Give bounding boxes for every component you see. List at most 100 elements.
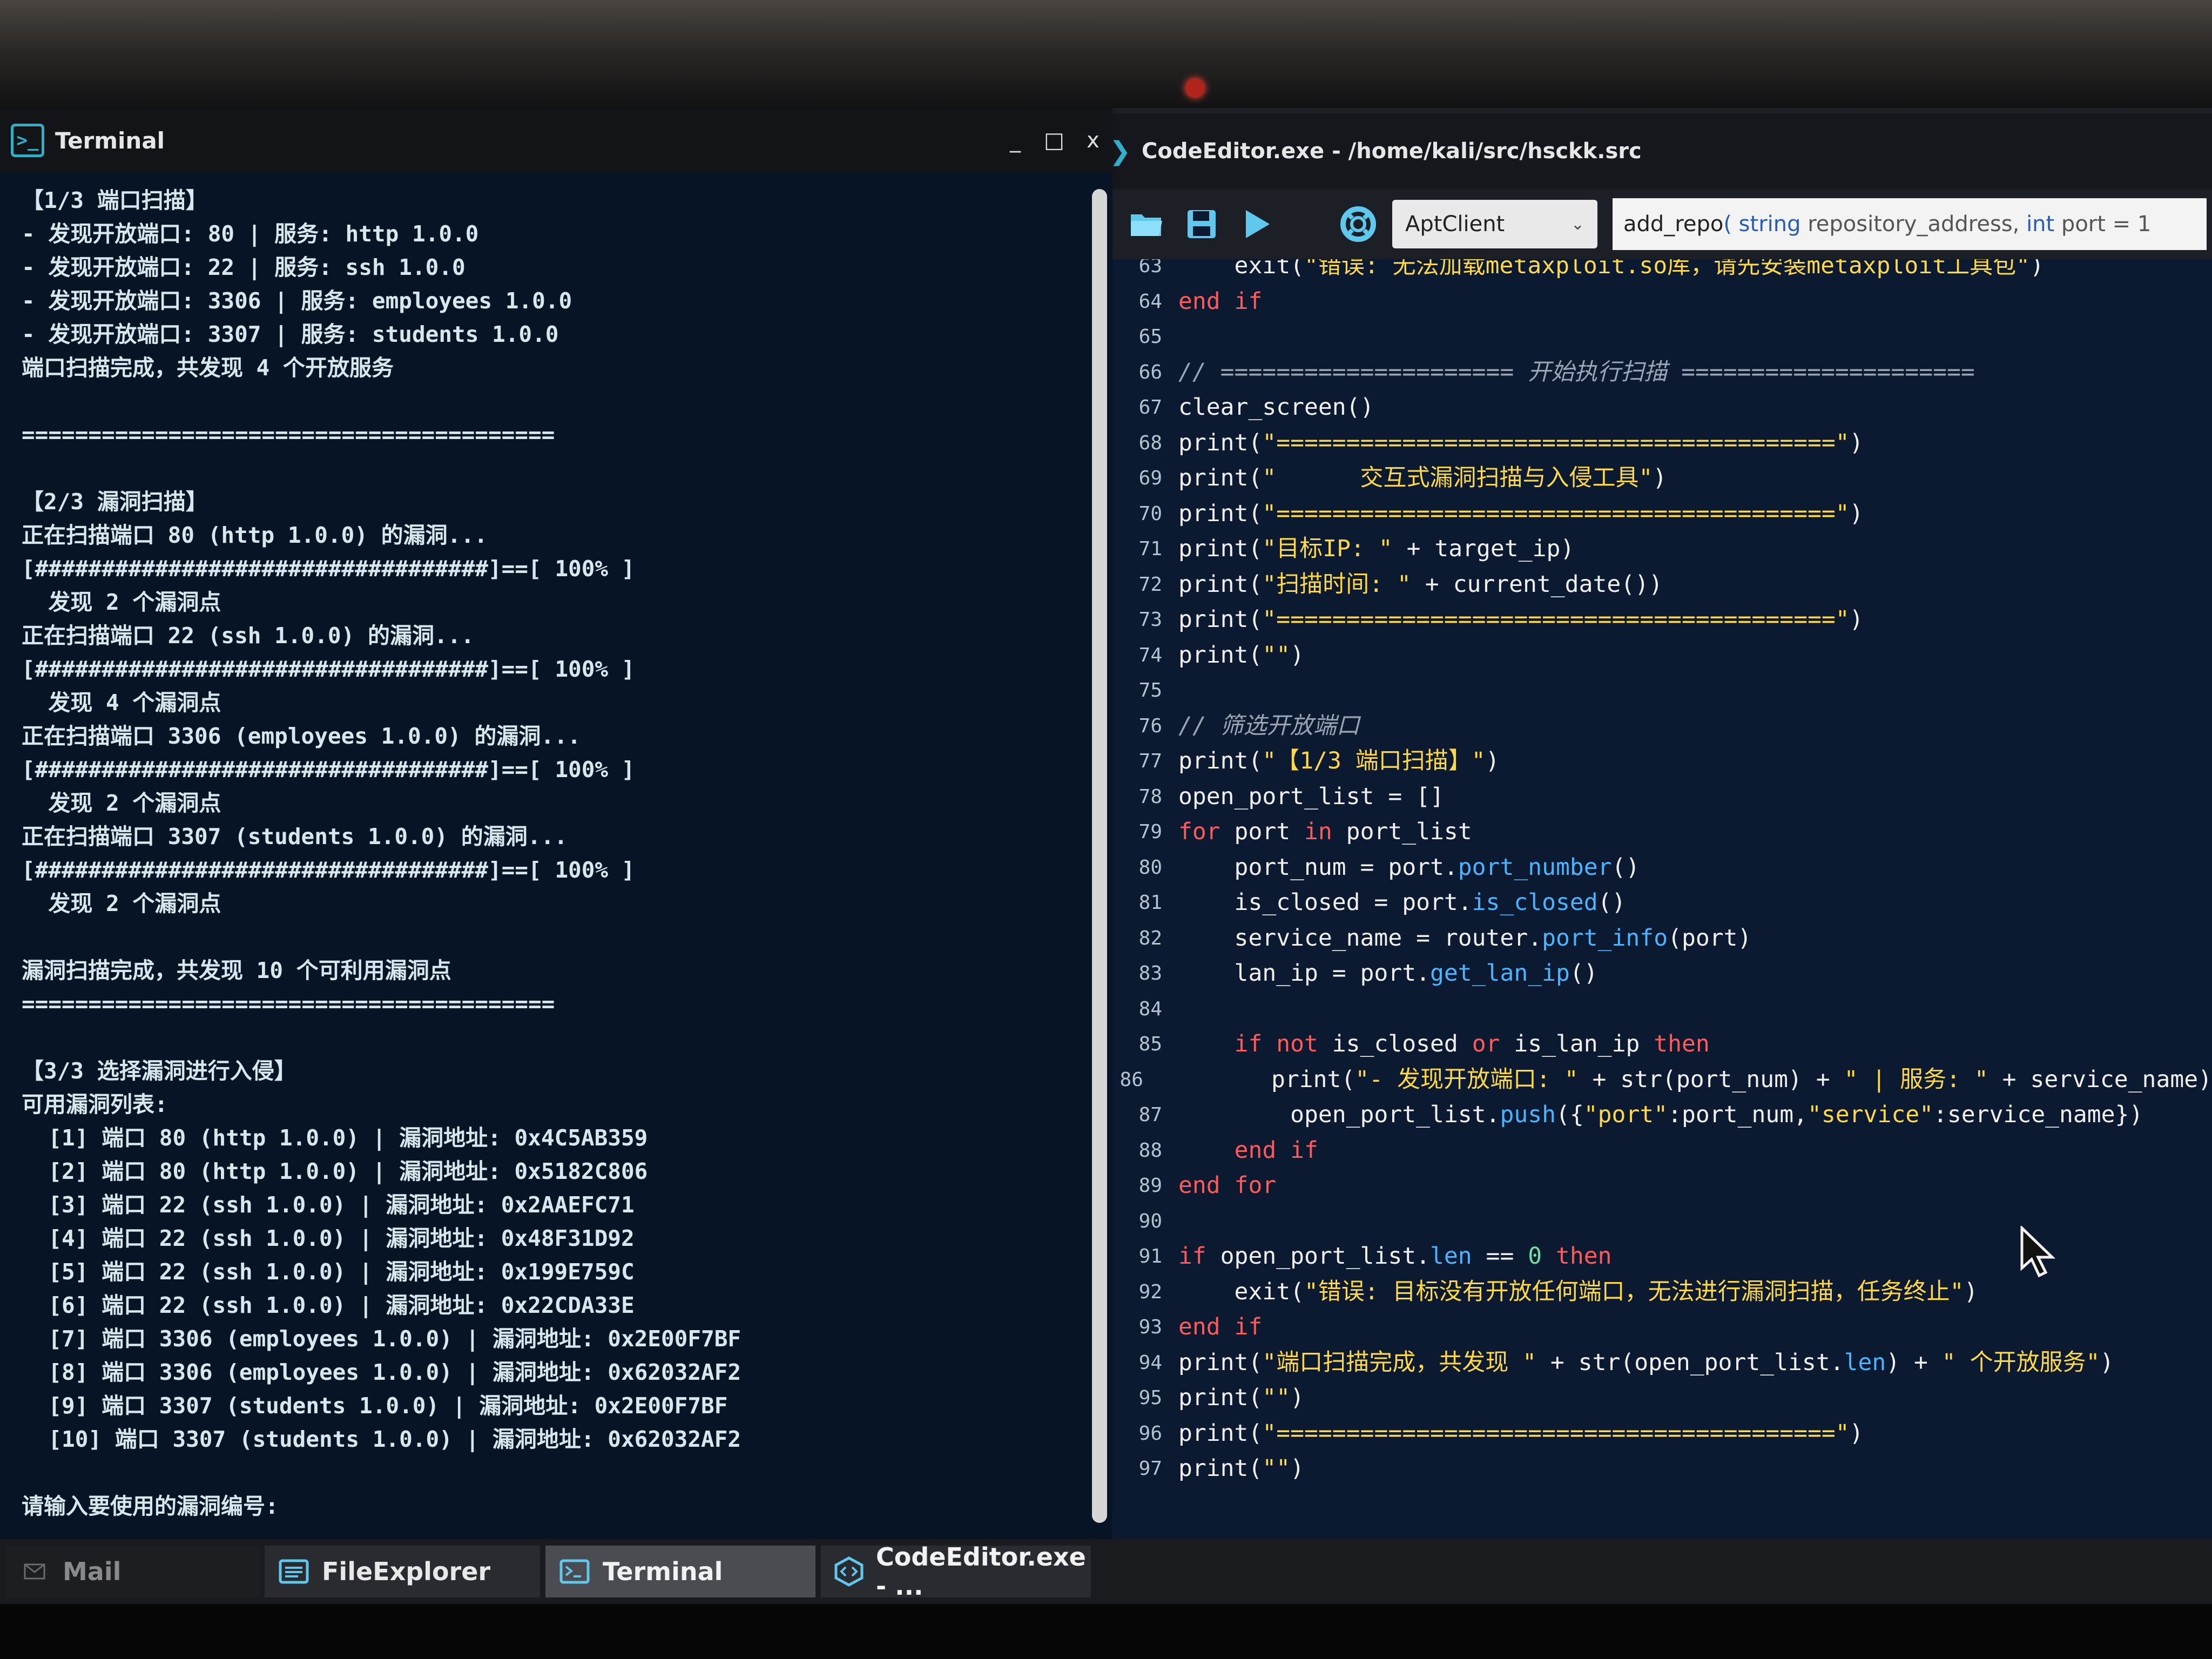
close-button[interactable]: x [1074, 128, 1112, 153]
class-dropdown-value: AptClient [1405, 212, 1505, 237]
code-text: print("=================================… [1178, 500, 1864, 527]
maximize-button[interactable]: □ [1035, 128, 1074, 153]
terminal-icon: >_ [11, 124, 44, 157]
code-text: lan_ip = port.get_lan_ip() [1178, 960, 1598, 987]
code-line: 73 print("===============================… [1112, 602, 2212, 638]
terminal-line: - 发现开放端口: 80 | 服务: http 1.0.0 [22, 221, 479, 247]
editor-toolbar: AptClient ⌄ add_repo ( string repository… [1112, 189, 2212, 259]
terminal-line: 可用漏洞列表: [22, 1091, 168, 1117]
terminal-line: [##################################]==[ … [22, 757, 635, 783]
terminal-line: [##################################]==[ … [22, 857, 635, 883]
terminal-line: [1] 端口 80 (http 1.0.0) | 漏洞地址: 0x4C5AB35… [22, 1125, 648, 1151]
terminal-line: 发现 4 个漏洞点 [22, 690, 221, 716]
terminal-output[interactable]: 【1/3 端口扫描】 - 发现开放端口: 80 | 服务: http 1.0.0 -… [0, 178, 1075, 1539]
code-line: 96 print("===============================… [1112, 1416, 2212, 1452]
line-number: 79 [1138, 821, 1162, 843]
code-text: end if [1234, 1136, 1318, 1164]
taskbar-item-code-editor[interactable]: CodeEditor.exe - ... [821, 1542, 1091, 1601]
terminal-line: 【1/3 端口扫描】 [22, 187, 208, 213]
minimize-button[interactable]: _ [996, 128, 1035, 153]
code-line: 63 exit("错误: 无法加载metaxploit.so库，请先安装meta… [1112, 259, 2212, 284]
line-number: 92 [1138, 1280, 1162, 1303]
taskbar-label-terminal: Terminal [603, 1557, 723, 1586]
code-line: 94 print("端口扫描完成，共发现 " + str(open_port_li… [1112, 1345, 2212, 1381]
code-line: 67 clear_screen() [1112, 390, 2212, 426]
line-number: 71 [1138, 538, 1162, 560]
code-text: if open_port_list.len == 0 then [1178, 1243, 1612, 1270]
taskbar-label-mail: Mail [63, 1557, 122, 1586]
terminal-scrollbar[interactable] [1092, 189, 1107, 1523]
taskbar-item-file-explorer[interactable]: FileExplorer [265, 1546, 540, 1597]
terminal-line: [##################################]==[ … [22, 556, 635, 582]
code-lines[interactable]: 63 exit("错误: 无法加载metaxploit.so库，请先安装meta… [1112, 259, 2212, 1487]
line-number: 84 [1138, 997, 1162, 1020]
code-line: 71 print("目标IP: " + target_ip) [1112, 531, 2212, 567]
help-button[interactable] [1337, 203, 1379, 245]
line-number: 72 [1138, 573, 1162, 596]
code-text: is_closed = port.is_closed() [1178, 889, 1626, 916]
code-line: 82 service_name = router.port_info(port) [1112, 921, 2212, 956]
terminal-line: 发现 2 个漏洞点 [22, 589, 221, 615]
code-text: print("扫描时间: " + current_date()) [1178, 570, 1663, 598]
line-number: 66 [1138, 361, 1162, 383]
code-line: 64 end if [1112, 284, 2212, 320]
line-number: 93 [1138, 1316, 1162, 1338]
code-line: 76 // 筛选开放端口 [1112, 709, 2212, 744]
line-number: 94 [1138, 1351, 1162, 1374]
code-area[interactable]: 63 exit("错误: 无法加载metaxploit.so库，请先安装meta… [1112, 259, 2212, 1593]
taskbar-item-mail[interactable]: Mail [5, 1546, 259, 1597]
line-number: 86 [1120, 1068, 1143, 1091]
terminal-line: 正在扫描端口 80 (http 1.0.0) 的漏洞... [22, 522, 488, 548]
lifebuoy-icon [1340, 206, 1376, 242]
taskbar-item-terminal[interactable]: Terminal [545, 1546, 815, 1597]
save-button[interactable] [1181, 203, 1223, 245]
open-file-button[interactable] [1125, 203, 1168, 245]
line-number: 83 [1138, 962, 1162, 984]
terminal-line: - 发现开放端口: 22 | 服务: ssh 1.0.0 [22, 254, 466, 280]
signature-param-2: port = 1 [2054, 212, 2152, 237]
terminal-line: 【2/3 漏洞扫描】 [22, 489, 208, 515]
line-number: 64 [1138, 290, 1162, 313]
code-line: 86 print("- 发现开放端口: " + str(port_num) + … [1112, 1062, 2212, 1098]
code-editor-icon: ❯ [1109, 136, 1131, 166]
line-number: 81 [1138, 892, 1162, 914]
window-controls: _ □ x [996, 108, 1112, 173]
line-number: 96 [1138, 1422, 1162, 1445]
line-number: 95 [1138, 1387, 1162, 1409]
line-number: 69 [1138, 467, 1162, 489]
signature-function: add_repo [1623, 212, 1724, 237]
monitor-bezel [0, 0, 2212, 108]
line-number: 97 [1138, 1458, 1162, 1480]
signature-type-2: int [2026, 212, 2055, 237]
code-line: 80 port_num = port.port_number() [1112, 850, 2212, 886]
code-text: if not is_closed or is_lan_ip then [1234, 1030, 1710, 1057]
code-line: 72 print("扫描时间: " + current_date()) [1112, 567, 2212, 603]
method-signature-field[interactable]: add_repo ( string repository_address, in… [1613, 198, 2207, 250]
code-text: // ===================== 开始执行扫描 ========… [1178, 358, 1975, 386]
code-line: 97 print("") [1112, 1451, 2212, 1487]
code-text: end for [1178, 1172, 1277, 1199]
class-dropdown[interactable]: AptClient ⌄ [1392, 200, 1597, 248]
mouse-cursor-icon [2020, 1226, 2056, 1278]
file-explorer-icon [278, 1557, 310, 1586]
terminal-line: ======================================== [22, 991, 555, 1017]
code-line: 65 [1112, 319, 2212, 355]
editor-titlebar[interactable]: ❯ CodeEditor.exe - /home/kali/src/hsckk.… [1109, 113, 2212, 189]
run-button[interactable] [1236, 203, 1278, 245]
code-line: 95 print("") [1112, 1380, 2212, 1416]
terminal-line: [5] 端口 22 (ssh 1.0.0) | 漏洞地址: 0x199E759C [22, 1259, 635, 1285]
terminal-titlebar[interactable]: >_ Terminal _ □ x [0, 108, 1112, 173]
line-number: 90 [1138, 1210, 1162, 1232]
terminal-line: 发现 2 个漏洞点 [22, 790, 221, 816]
code-text: print(" 交互式漏洞扫描与入侵工具") [1178, 464, 1667, 491]
terminal-line: - 发现开放端口: 3306 | 服务: employees 1.0.0 [22, 288, 572, 314]
terminal-line: [6] 端口 22 (ssh 1.0.0) | 漏洞地址: 0x22CDA33E [22, 1292, 635, 1318]
terminal-scrollbar-thumb[interactable] [1092, 189, 1107, 1523]
line-number: 91 [1138, 1245, 1162, 1267]
terminal-line: [8] 端口 3306 (employees 1.0.0) | 漏洞地址: 0x… [22, 1359, 741, 1385]
code-line: 74 print("") [1112, 638, 2212, 673]
